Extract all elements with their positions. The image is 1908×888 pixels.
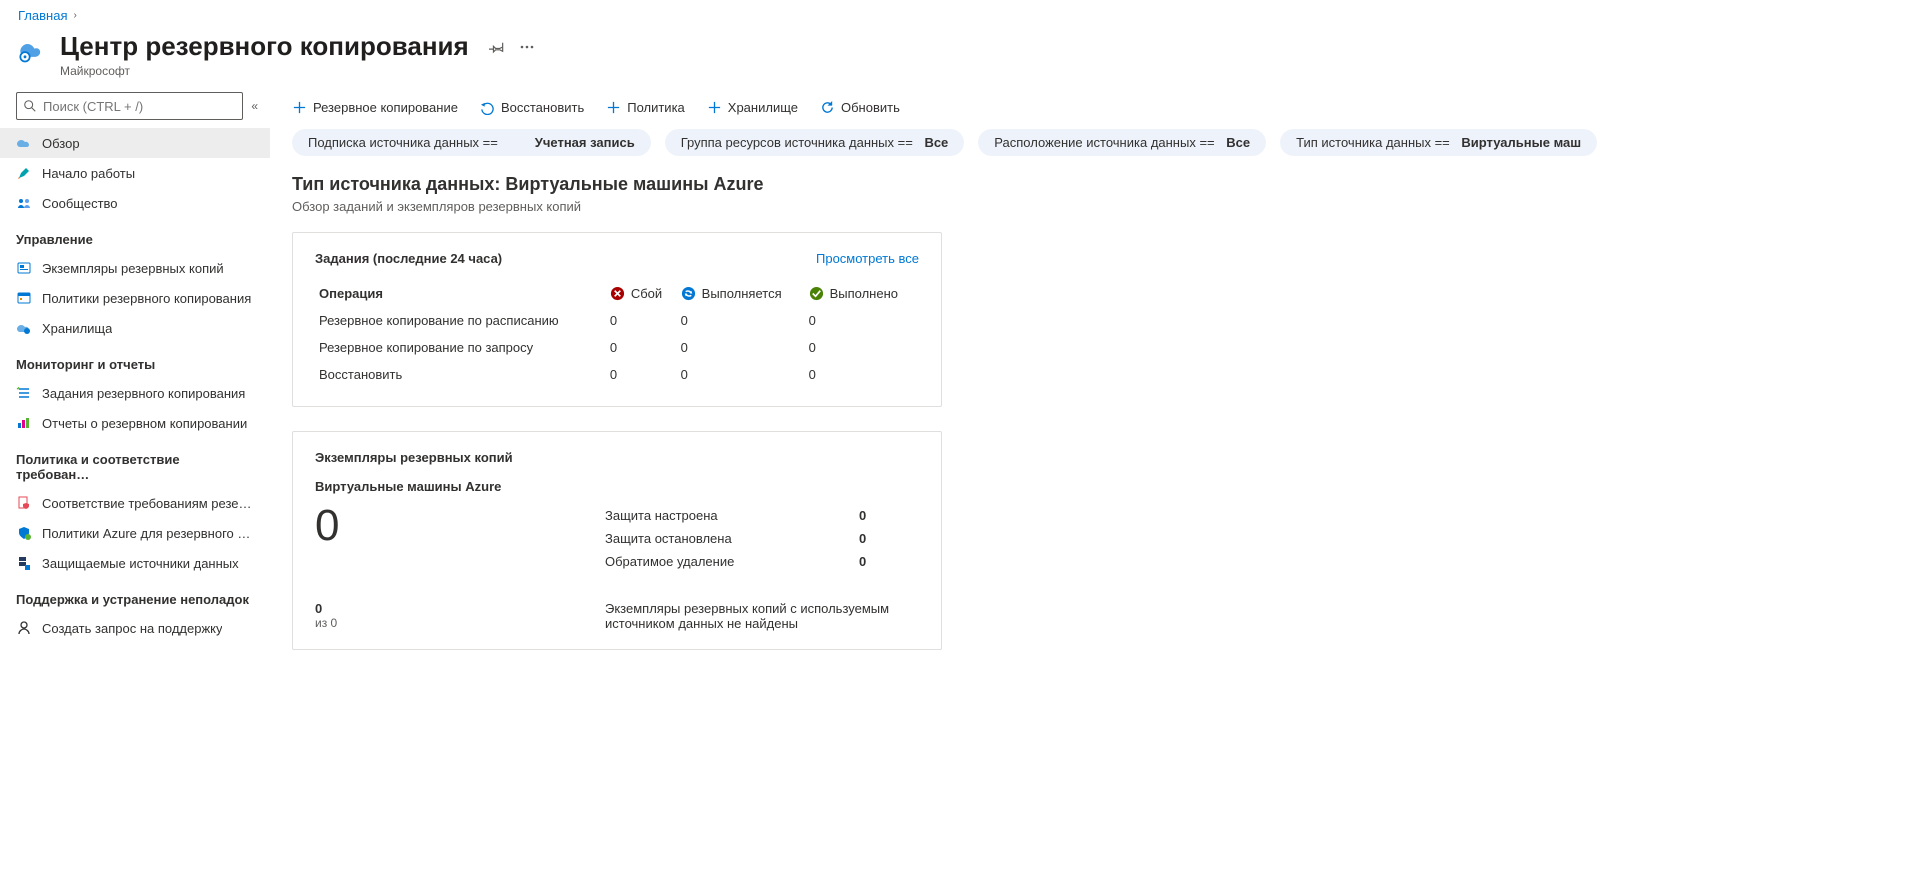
more-icon[interactable]	[519, 39, 535, 58]
sidebar-item-label: Начало работы	[42, 166, 135, 181]
plus-icon	[292, 100, 307, 115]
page-title: Центр резервного копирования	[60, 31, 469, 62]
page-header: Центр резервного копирования Майкрософт	[0, 27, 1908, 92]
support-icon	[16, 620, 32, 636]
sidebar-item-vaults[interactable]: Хранилища	[0, 313, 270, 343]
sidebar-section-support: Поддержка и устранение неполадок	[0, 578, 270, 613]
col-inprogress: Выполняется	[677, 280, 805, 307]
rocket-icon	[16, 165, 32, 181]
jobs-table: Операция Сбой Выполняется Выполнено Резе…	[315, 280, 919, 388]
sidebar-item-label: Экземпляры резервных копий	[42, 261, 224, 276]
kv-row: Защита настроена0	[605, 504, 919, 527]
sidebar-item-label: Обзор	[42, 136, 80, 151]
collapse-sidebar-icon[interactable]: «	[251, 99, 258, 113]
sidebar-item-protectable-sources[interactable]: Защищаемые источники данных	[0, 548, 270, 578]
error-icon	[610, 286, 625, 301]
policy-button[interactable]: Политика	[606, 100, 685, 115]
sidebar-item-azure-policies[interactable]: Политики Azure для резервного к…	[0, 518, 270, 548]
shield-doc-icon	[16, 495, 32, 511]
sidebar-item-overview[interactable]: Обзор	[0, 128, 270, 158]
sidebar-item-getting-started[interactable]: Начало работы	[0, 158, 270, 188]
page-subtitle: Майкрософт	[60, 64, 469, 78]
breadcrumb: Главная ›	[0, 0, 1908, 27]
sidebar-item-backup-instances[interactable]: Экземпляры резервных копий	[0, 253, 270, 283]
instances-footer-text: Экземпляры резервных копий с используемы…	[605, 601, 919, 631]
sidebar: « Обзор Начало работы Сообщество Управле…	[0, 92, 270, 704]
breadcrumb-home[interactable]: Главная	[18, 8, 67, 23]
instances-total: 0	[315, 504, 555, 548]
sidebar-item-label: Политики резервного копирования	[42, 291, 251, 306]
chart-icon	[16, 415, 32, 431]
backup-center-icon	[18, 37, 46, 65]
plus-icon	[606, 100, 621, 115]
col-operation: Операция	[315, 280, 606, 307]
instances-footer-count: 0 из 0	[315, 601, 555, 631]
checklist-icon	[16, 385, 32, 401]
sidebar-item-backup-compliance[interactable]: Соответствие требованиям резер…	[0, 488, 270, 518]
sidebar-item-label: Соответствие требованиям резер…	[42, 496, 254, 511]
sidebar-item-support-request[interactable]: Создать запрос на поддержку	[0, 613, 270, 643]
kv-row: Защита остановлена0	[605, 527, 919, 550]
success-icon	[809, 286, 824, 301]
content-subtitle: Обзор заданий и экземпляров резервных ко…	[292, 199, 1908, 214]
filter-bar: Подписка источника данных == Учетная зап…	[292, 129, 1908, 174]
vault-icon	[16, 320, 32, 336]
filter-subscription[interactable]: Подписка источника данных == Учетная зап…	[292, 129, 651, 156]
instances-card-title: Экземпляры резервных копий	[315, 450, 919, 465]
view-all-link[interactable]: Просмотреть все	[816, 251, 919, 266]
sidebar-item-label: Создать запрос на поддержку	[42, 621, 222, 636]
sidebar-item-label: Политики Azure для резервного к…	[42, 526, 254, 541]
sidebar-item-community[interactable]: Сообщество	[0, 188, 270, 218]
sidebar-section-manage: Управление	[0, 218, 270, 253]
sidebar-item-label: Задания резервного копирования	[42, 386, 245, 401]
filter-datasource-type[interactable]: Тип источника данных == Виртуальные маш	[1280, 129, 1597, 156]
sidebar-item-label: Хранилища	[42, 321, 112, 336]
pin-icon[interactable]	[489, 39, 505, 58]
col-failed: Сбой	[606, 280, 677, 307]
table-row: Резервное копирование по расписанию000	[315, 307, 919, 334]
restore-button[interactable]: Восстановить	[480, 100, 584, 115]
table-row: Восстановить000	[315, 361, 919, 388]
people-icon	[16, 195, 32, 211]
search-box[interactable]	[16, 92, 243, 120]
sidebar-item-label: Сообщество	[42, 196, 118, 211]
jobs-card: Задания (последние 24 часа) Просмотреть …	[292, 232, 942, 407]
instances-card: Экземпляры резервных копий Виртуальные м…	[292, 431, 942, 650]
sidebar-item-backup-policies[interactable]: Политики резервного копирования	[0, 283, 270, 313]
chevron-right-icon: ›	[73, 10, 76, 21]
refresh-icon	[820, 100, 835, 115]
main-content: Резервное копирование Восстановить Полит…	[270, 92, 1908, 704]
policy-icon	[16, 525, 32, 541]
cloud-icon	[16, 135, 32, 151]
sidebar-section-policy: Политика и соответствие требован…	[0, 438, 270, 488]
col-completed: Выполнено	[805, 280, 919, 307]
jobs-card-title: Задания (последние 24 часа)	[315, 251, 502, 266]
server-icon	[16, 555, 32, 571]
filter-resource-group[interactable]: Группа ресурсов источника данных == Все	[665, 129, 965, 156]
table-row: Резервное копирование по запросу000	[315, 334, 919, 361]
sidebar-item-label: Защищаемые источники данных	[42, 556, 239, 571]
refresh-button[interactable]: Обновить	[820, 100, 900, 115]
vault-button[interactable]: Хранилище	[707, 100, 798, 115]
sidebar-item-backup-reports[interactable]: Отчеты о резервном копировании	[0, 408, 270, 438]
plus-icon	[707, 100, 722, 115]
calendar-icon	[16, 290, 32, 306]
sidebar-section-monitoring: Мониторинг и отчеты	[0, 343, 270, 378]
kv-row: Обратимое удаление0	[605, 550, 919, 573]
undo-icon	[480, 100, 495, 115]
search-icon	[23, 99, 37, 113]
command-bar: Резервное копирование Восстановить Полит…	[292, 92, 1908, 129]
sync-icon	[681, 286, 696, 301]
sidebar-item-label: Отчеты о резервном копировании	[42, 416, 247, 431]
filter-location[interactable]: Расположение источника данных == Все	[978, 129, 1266, 156]
sidebar-item-backup-jobs[interactable]: Задания резервного копирования	[0, 378, 270, 408]
instances-icon	[16, 260, 32, 276]
content-title: Тип источника данных: Виртуальные машины…	[292, 174, 1908, 195]
backup-button[interactable]: Резервное копирование	[292, 100, 458, 115]
search-input[interactable]	[43, 99, 236, 114]
instances-card-subtitle: Виртуальные машины Azure	[315, 479, 919, 494]
